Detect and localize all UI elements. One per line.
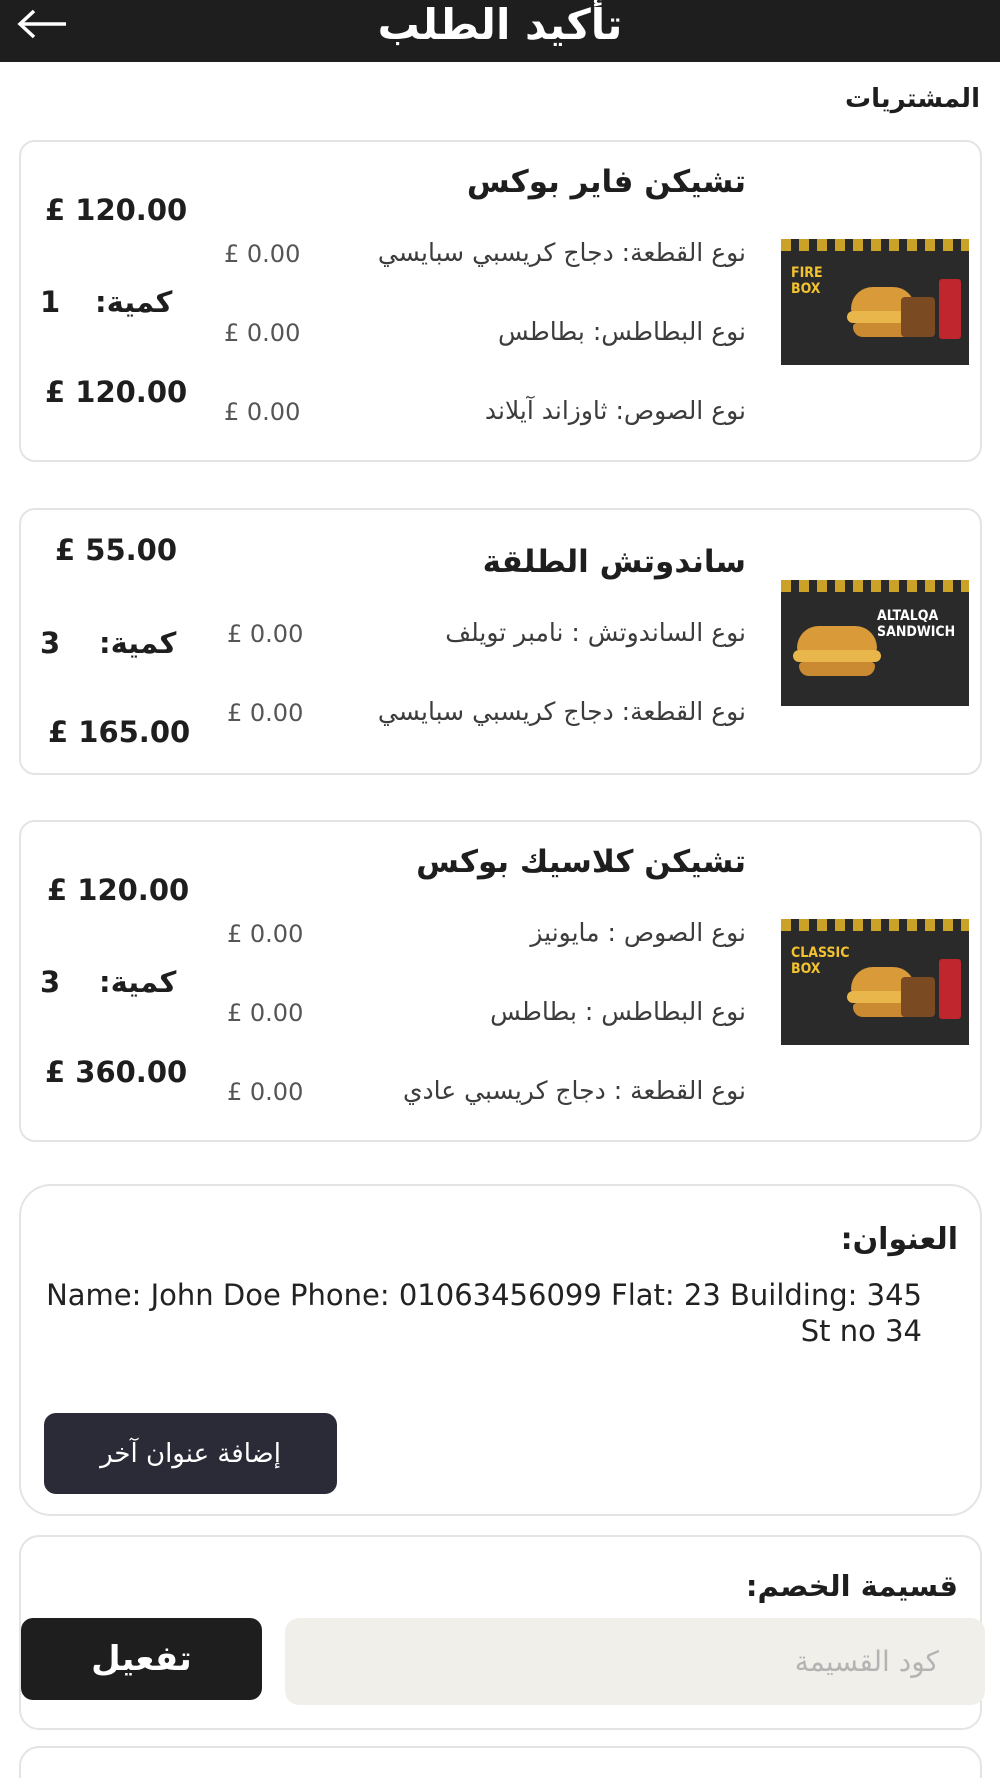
- item-name: تشيكن فاير بوكس: [466, 164, 746, 200]
- item-image: FIRE BOX: [781, 239, 969, 365]
- quantity-label: كمية:: [95, 285, 173, 319]
- address-card: العنوان: Name: John Doe Phone: 010634560…: [19, 1184, 982, 1516]
- cart-item-card: تشيكن كلاسيك بوكس نوع الصوص : مايونيز £ …: [19, 820, 982, 1142]
- item-option-label: نوع البطاطس : بطاطس: [490, 997, 746, 1026]
- quantity-value: 3: [40, 965, 61, 999]
- item-option-label: نوع القطعة : دجاج كريسبي عادي: [402, 1076, 746, 1105]
- item-option-price: £ 0.00: [227, 920, 304, 948]
- item-image-caption: CLASSIC BOX: [791, 945, 850, 977]
- item-option-label: نوع الساندوتش : نامبر تويلف: [445, 618, 746, 647]
- coupon-code-input[interactable]: [285, 1618, 985, 1705]
- item-total-price: £ 165.00: [48, 715, 191, 749]
- item-option-label: نوع الصوص : مايونيز: [530, 918, 746, 947]
- cart-item-card: ساندوتش الطلقة نوع الساندوتش : نامبر توي…: [19, 508, 982, 775]
- item-option-price: £ 0.00: [227, 1078, 304, 1106]
- quantity-value: 3: [40, 626, 61, 660]
- item-option-price: £ 0.00: [224, 240, 301, 268]
- item-unit-price: £ 55.00: [55, 533, 178, 567]
- item-total-price: £ 360.00: [45, 1055, 188, 1089]
- item-unit-price: £ 120.00: [47, 873, 190, 907]
- address-line: St no 34: [800, 1314, 922, 1348]
- item-image: CLASSIC BOX: [781, 919, 969, 1045]
- activate-coupon-button[interactable]: تفعيل: [21, 1618, 262, 1700]
- item-unit-price: £ 120.00: [45, 193, 188, 227]
- quantity-label: كمية:: [99, 626, 177, 660]
- item-name: تشيكن كلاسيك بوكس: [416, 844, 746, 880]
- coupon-heading: قسيمة الخصم:: [745, 1569, 958, 1603]
- item-total-price: £ 120.00: [45, 375, 188, 409]
- cart-item-card: تشيكن فاير بوكس نوع القطعة: دجاج كريسبي …: [19, 140, 982, 462]
- item-option-label: نوع البطاطس: بطاطس: [498, 317, 746, 346]
- item-option-price: £ 0.00: [227, 620, 304, 648]
- item-name: ساندوتش الطلقة: [482, 544, 746, 580]
- item-option-price: £ 0.00: [227, 999, 304, 1027]
- item-option-price: £ 0.00: [227, 699, 304, 727]
- item-image-caption: ALTALQA SANDWICH: [877, 608, 956, 640]
- address-heading: العنوان:: [840, 1222, 958, 1257]
- item-option-label: نوع الصوص: ثاوزاند آيلاند: [484, 396, 746, 425]
- coupon-card: قسيمة الخصم: تفعيل: [19, 1535, 985, 1730]
- quantity-label: كمية:: [99, 965, 177, 999]
- item-image-caption: FIRE BOX: [791, 265, 823, 297]
- item-image: ALTALQA SANDWICH: [781, 580, 969, 706]
- item-option-price: £ 0.00: [224, 398, 301, 426]
- top-app-bar: تأكيد الطلب: [0, 0, 1000, 62]
- quantity-value: 1: [40, 285, 61, 319]
- add-address-button[interactable]: إضافة عنوان آخر: [44, 1413, 337, 1494]
- purchases-heading: المشتريات: [844, 84, 980, 114]
- item-option-label: نوع القطعة: دجاج كريسبي سبايسي: [377, 697, 746, 726]
- item-option-price: £ 0.00: [224, 319, 301, 347]
- item-option-label: نوع القطعة: دجاج كريسبي سبايسي: [377, 238, 746, 267]
- page-title: تأكيد الطلب: [377, 0, 623, 49]
- address-line: Name: John Doe Phone: 01063456099 Flat: …: [46, 1278, 922, 1312]
- next-section-card: [19, 1746, 982, 1778]
